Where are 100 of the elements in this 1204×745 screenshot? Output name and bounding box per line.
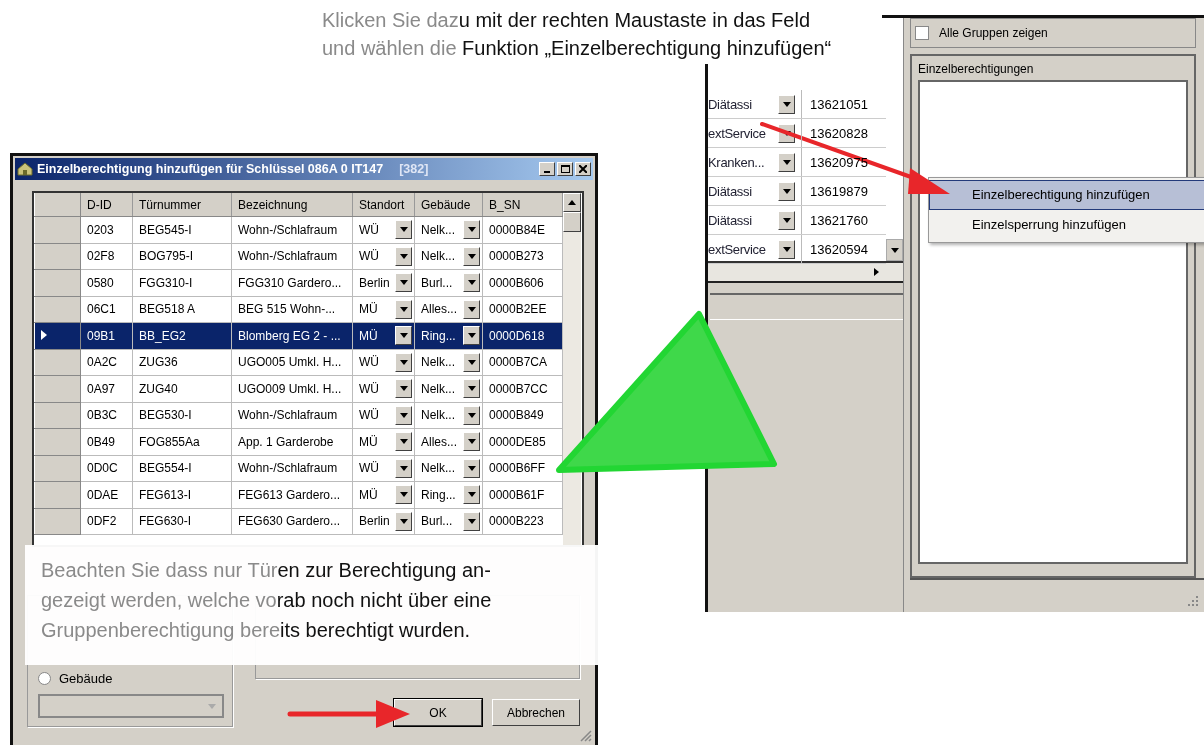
dropdown-button[interactable] — [463, 299, 480, 319]
column-header[interactable]: Bezeichnung — [231, 193, 353, 217]
scroll-down-icon — [890, 247, 899, 253]
dropdown-button[interactable] — [778, 210, 796, 230]
scrollbar[interactable] — [708, 263, 903, 283]
table-cell: WÜ — [359, 222, 379, 237]
caret-icon — [399, 465, 408, 471]
dropdown-button[interactable] — [395, 458, 412, 478]
dropdown-button[interactable] — [395, 511, 412, 531]
table-cell: WÜ — [359, 408, 379, 423]
dropdown-button[interactable] — [395, 352, 412, 372]
table-cell: ZUG36 — [139, 355, 178, 370]
table-cell: 13621760 — [801, 206, 886, 234]
scroll-right-icon — [874, 268, 879, 276]
table-cell: 0000D618 — [489, 328, 545, 343]
dropdown-button[interactable] — [395, 299, 412, 319]
dialog-button[interactable]: Abbrechen — [492, 699, 580, 726]
table-cell: BEG545-I — [139, 222, 192, 237]
scrollbar[interactable] — [563, 193, 581, 545]
table-cell: Burl... — [421, 275, 453, 290]
dropdown-button[interactable] — [395, 485, 412, 505]
caret-icon — [467, 227, 476, 233]
table-cell: BB_EG2 — [139, 328, 186, 343]
table-cell: BEG554-I — [139, 461, 192, 476]
close-button[interactable] — [575, 162, 591, 176]
table-cell-text: Diätassi — [708, 183, 753, 199]
table-cell: 0000B6FF — [489, 461, 546, 476]
table-cell-text: Kranken... — [708, 154, 766, 170]
dropdown-button[interactable] — [463, 432, 480, 452]
table-cell: Wohn-/Schlafraum — [238, 461, 338, 476]
dropdown-button[interactable] — [395, 273, 412, 293]
dropdown-button[interactable] — [463, 485, 480, 505]
dropdown-button[interactable] — [463, 405, 480, 425]
radio-button[interactable] — [38, 672, 51, 685]
caret-icon — [782, 246, 791, 252]
checkbox[interactable] — [915, 26, 929, 40]
dropdown-field[interactable] — [38, 694, 224, 718]
column-header[interactable]: D-ID — [80, 193, 133, 217]
group-title: Einzelberechtigungen — [918, 62, 1035, 76]
house-icon — [17, 162, 33, 176]
table-cell: 0B3C — [87, 408, 118, 423]
dropdown-button[interactable] — [778, 94, 796, 114]
column-header[interactable]: Gebäude — [414, 193, 483, 217]
table-cell: Ring... — [421, 328, 456, 343]
table-cell-text: Diätassi — [708, 212, 753, 228]
table-cell: Nelk... — [421, 355, 455, 370]
maximize-button[interactable] — [557, 162, 573, 176]
table-cell: App. 1 Garderobe — [238, 434, 334, 449]
table-cell: 0000B223 — [489, 514, 544, 529]
dropdown-button[interactable] — [778, 239, 796, 259]
table-cell: WÜ — [359, 461, 379, 476]
menu-item[interactable]: Einzelsperrung hinzufügen — [929, 210, 1204, 240]
caret-icon — [467, 306, 476, 312]
dropdown-button[interactable] — [395, 220, 412, 240]
table-cell: BOG795-I — [139, 249, 194, 264]
caret-icon — [467, 386, 476, 392]
minimize-button[interactable] — [539, 162, 555, 176]
table-cell: UGO005 Umkl. H... — [238, 355, 342, 370]
caret-icon — [399, 306, 408, 312]
dropdown-button[interactable] — [463, 511, 480, 531]
caret-icon — [782, 217, 791, 223]
radio-label: Gebäude — [59, 671, 113, 686]
dropdown-button[interactable] — [463, 458, 480, 478]
dropdown-button[interactable] — [395, 379, 412, 399]
dropdown-button[interactable] — [463, 273, 480, 293]
table-cell: 0000B7CA — [489, 355, 548, 370]
column-header[interactable]: Türnummer — [132, 193, 232, 217]
table-cell: MÜ — [359, 434, 378, 449]
dropdown-button[interactable] — [395, 405, 412, 425]
table-cell: 0B49 — [87, 434, 116, 449]
dropdown-button[interactable] — [463, 326, 480, 346]
caret-icon — [467, 412, 476, 418]
note-text: Beachten Sie dass nur Türen zur Berechtigung an- gezeigt werden, welche vorab noch nicht über eine Gruppenberechtigung bereits berechtigt wurden. — [25, 545, 598, 665]
dialog-button[interactable]: OK — [394, 699, 482, 726]
table-cell: UGO009 Umkl. H... — [238, 381, 342, 396]
scrollbar[interactable] — [886, 239, 903, 261]
dropdown-button[interactable] — [463, 352, 480, 372]
table-cell: BEG530-I — [139, 408, 192, 423]
scroll-thumb[interactable] — [563, 212, 581, 232]
dropdown-button[interactable] — [463, 379, 480, 399]
dropdown-button[interactable] — [463, 220, 480, 240]
dropdown-button[interactable] — [395, 326, 412, 346]
column-header[interactable]: B_SN — [482, 193, 563, 217]
dropdown-button[interactable] — [463, 246, 480, 266]
resize-grip-icon — [580, 730, 592, 742]
table-cell: 13620828 — [801, 119, 886, 147]
dropdown-button[interactable] — [395, 246, 412, 266]
table-cell: WÜ — [359, 381, 379, 396]
menu-item[interactable]: Einzelberechtigung hinzufügen — [929, 180, 1204, 210]
table-cell: MÜ — [359, 328, 378, 343]
caret-icon — [399, 359, 408, 365]
dropdown-button[interactable] — [395, 432, 412, 452]
table-cell: Nelk... — [421, 222, 455, 237]
column-header[interactable]: Standort — [352, 193, 415, 217]
table-cell: MÜ — [359, 302, 378, 317]
caret-icon — [399, 492, 408, 498]
dropdown-button[interactable] — [778, 181, 796, 201]
table-cell-text: extService — [708, 241, 767, 257]
caret-icon — [467, 359, 476, 365]
dropdown-button[interactable] — [778, 152, 796, 172]
